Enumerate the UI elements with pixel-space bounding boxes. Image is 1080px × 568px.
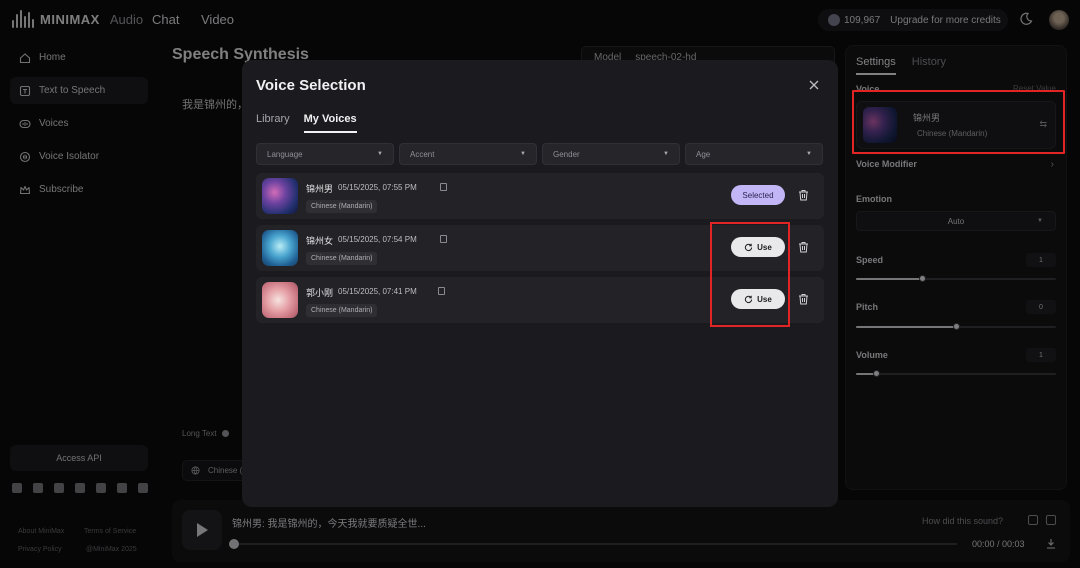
voice-name: 锦州女 <box>306 236 334 246</box>
trash-icon[interactable] <box>798 189 809 201</box>
chevron-down-icon: ▼ <box>806 151 812 157</box>
voice-language-tag: Chinese (Mandarin) <box>306 304 378 317</box>
voice-avatar <box>262 282 298 318</box>
voice-row[interactable]: 锦州男 05/15/2025, 07:55 PM Chinese (Mandar… <box>256 173 824 219</box>
filter-label: Gender <box>553 149 580 159</box>
filter-label: Accent <box>410 149 435 159</box>
voice-selection-modal: Voice Selection Library My Voices Langua… <box>242 60 838 507</box>
filter-bar: Language ▼ Accent ▼ Gender ▼ Age ▼ <box>256 143 823 165</box>
voice-date: 05/15/2025, 07:54 PM <box>338 235 417 244</box>
chevron-down-icon: ▼ <box>377 151 383 157</box>
voice-date: 05/15/2025, 07:55 PM <box>338 183 417 192</box>
filter-label: Language <box>267 149 303 159</box>
voice-avatar <box>262 178 298 214</box>
selected-button[interactable]: Selected <box>731 185 785 205</box>
app-root: MINIMAX Audio Chat Video 109,967 Upgrade… <box>0 0 1080 568</box>
voice-name: 郭小刚 <box>306 288 334 298</box>
modal-title: Voice Selection <box>256 77 366 94</box>
chevron-down-icon: ▼ <box>520 151 526 157</box>
filter-gender[interactable]: Gender ▼ <box>542 143 680 165</box>
filter-accent[interactable]: Accent ▼ <box>399 143 537 165</box>
copy-icon[interactable] <box>440 183 447 191</box>
highlight-box <box>710 222 790 327</box>
close-icon[interactable] <box>808 79 820 91</box>
voice-avatar <box>262 230 298 266</box>
copy-icon[interactable] <box>438 287 445 295</box>
tab-my-voices[interactable]: My Voices <box>303 113 357 133</box>
copy-icon[interactable] <box>440 235 447 243</box>
voice-language-tag: Chinese (Mandarin) <box>306 252 378 265</box>
voice-language-tag: Chinese (Mandarin) <box>306 200 378 213</box>
trash-icon[interactable] <box>798 293 809 305</box>
filter-age[interactable]: Age ▼ <box>685 143 823 165</box>
voice-name: 锦州男 <box>306 184 334 194</box>
filter-language[interactable]: Language ▼ <box>256 143 394 165</box>
trash-icon[interactable] <box>798 241 809 253</box>
chevron-down-icon: ▼ <box>663 151 669 157</box>
highlight-box <box>852 90 1065 154</box>
filter-label: Age <box>696 149 711 159</box>
modal-tabs: Library My Voices <box>256 113 357 133</box>
tab-library[interactable]: Library <box>256 113 290 133</box>
voice-date: 05/15/2025, 07:41 PM <box>338 287 417 296</box>
